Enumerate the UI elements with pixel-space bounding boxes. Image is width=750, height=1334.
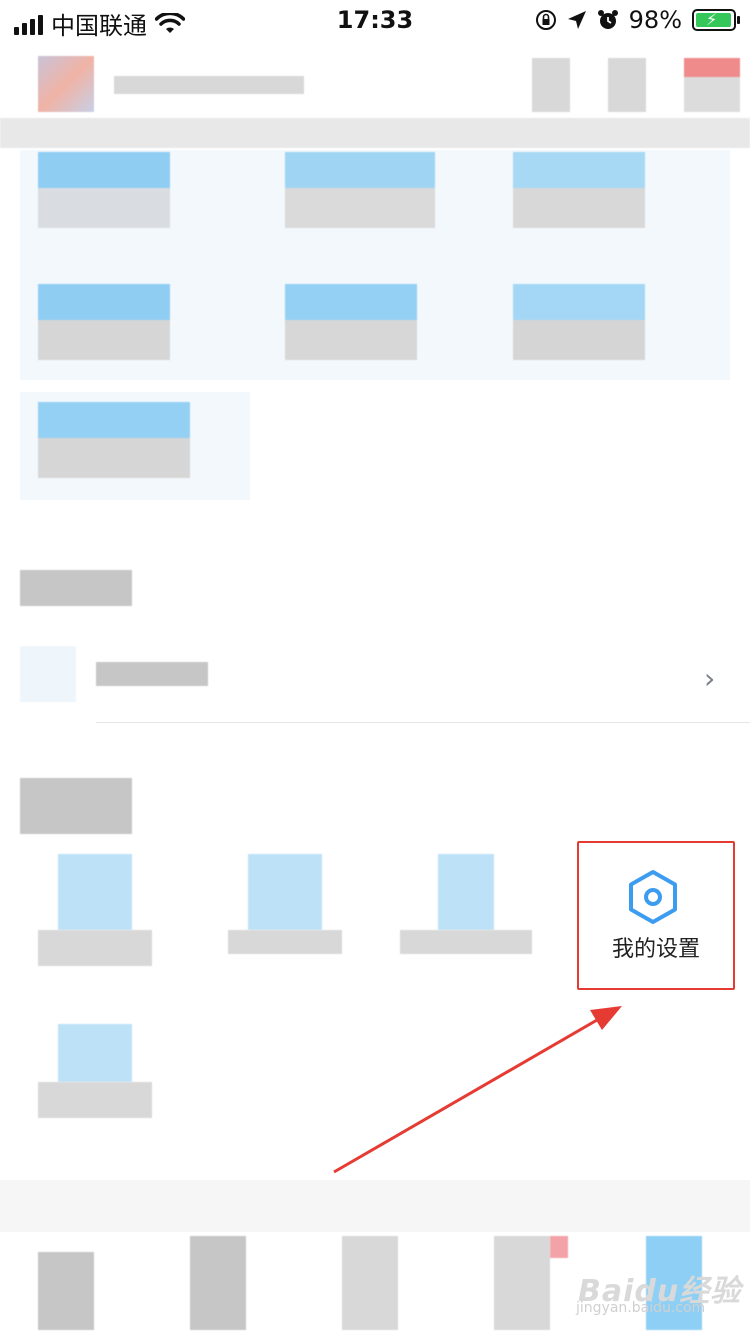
section-title-2: [20, 778, 132, 834]
tab-4[interactable]: [494, 1236, 550, 1330]
tool-label-5: [38, 1082, 152, 1118]
header-icon-1[interactable]: [532, 58, 570, 112]
watermark-url: jingyan.baidu.com: [576, 1300, 706, 1316]
header-icon-2[interactable]: [608, 58, 646, 112]
my-settings-tile[interactable]: 我的设置: [577, 841, 735, 990]
status-bar: 中国联通 17:33 98% ⚡: [0, 0, 750, 40]
list-item-text: [96, 662, 208, 686]
hexagon-settings-icon: [629, 870, 677, 924]
my-settings-label: 我的设置: [611, 937, 700, 962]
avatar[interactable]: [38, 56, 94, 112]
chevron-right-icon: ›: [704, 662, 716, 695]
tool-icon-2: [248, 854, 322, 930]
card-5[interactable]: [285, 284, 417, 360]
header-divider: [0, 118, 750, 148]
tab-3[interactable]: [342, 1236, 398, 1330]
header-icon-3[interactable]: [684, 58, 740, 112]
battery-icon: ⚡: [692, 9, 740, 31]
tab-2[interactable]: [190, 1236, 246, 1330]
location-icon: [567, 11, 586, 29]
orientation-lock-icon: [535, 10, 556, 30]
list-item-icon: [20, 646, 76, 702]
tool-label-1: [38, 930, 152, 966]
tool-label-2: [228, 930, 342, 954]
card-1[interactable]: [38, 152, 170, 228]
card-4[interactable]: [38, 284, 170, 360]
tool-icon-3: [438, 854, 494, 930]
card-3[interactable]: [513, 152, 645, 228]
divider: [96, 722, 750, 723]
status-right: 98% ⚡: [535, 6, 740, 34]
card-7[interactable]: [38, 402, 190, 478]
tab-4-badge: [550, 1236, 568, 1258]
alarm-icon: [597, 10, 618, 29]
battery-percent: 98%: [628, 6, 682, 34]
bottom-spacer: [0, 1180, 750, 1232]
card-6[interactable]: [513, 284, 645, 360]
tab-1[interactable]: [38, 1252, 94, 1330]
section-title-1: [20, 570, 132, 606]
card-2[interactable]: [285, 152, 435, 228]
tool-icon-5: [58, 1024, 132, 1082]
tool-icon-1: [58, 854, 132, 930]
username-placeholder: [114, 76, 304, 94]
tool-label-3: [400, 930, 532, 954]
